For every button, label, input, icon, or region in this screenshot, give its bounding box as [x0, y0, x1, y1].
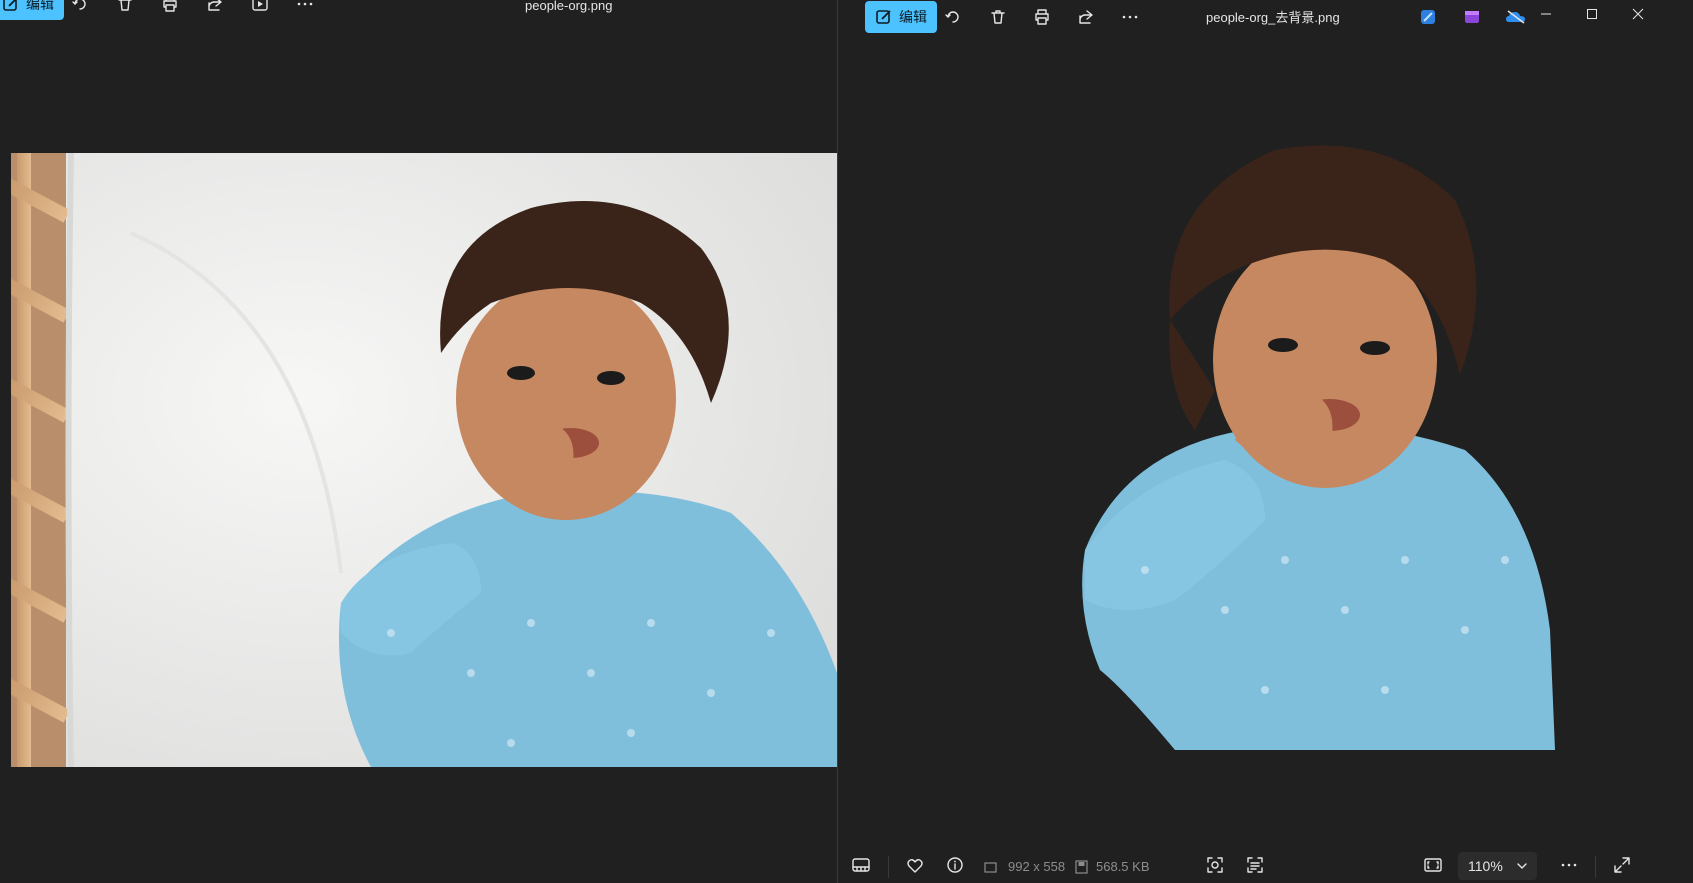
zoom-level: 110% — [1468, 858, 1503, 874]
share-icon — [1079, 10, 1093, 24]
status-bar: 992 x 558 568.5 KB 110% — [838, 850, 1693, 883]
zoom-dropdown[interactable]: 110% — [1458, 852, 1537, 880]
more-button[interactable] — [1112, 1, 1148, 33]
edit-button-label: 编辑 — [899, 9, 927, 25]
status-separator — [1595, 856, 1596, 878]
fullscreen-icon — [1614, 857, 1630, 873]
delete-button[interactable] — [980, 1, 1016, 33]
edit-button[interactable]: 编辑 — [0, 0, 64, 20]
chevron-down-icon — [1517, 863, 1527, 869]
image-dimensions: 992 x 558 — [1008, 859, 1066, 874]
more-options-button[interactable] — [1558, 854, 1580, 876]
rotate-button[interactable] — [62, 0, 98, 20]
more-button[interactable] — [287, 0, 323, 20]
edit-button[interactable]: 编辑 — [865, 1, 937, 33]
filmstrip-button[interactable] — [850, 854, 872, 876]
clipchamp-button[interactable] — [1454, 1, 1490, 33]
close-button[interactable] — [1615, 0, 1661, 28]
edit-icon — [3, 0, 17, 11]
info-icon — [947, 857, 963, 873]
share-button[interactable] — [1068, 1, 1104, 33]
print-icon — [163, 0, 177, 12]
print-icon — [1035, 9, 1049, 25]
more-icon — [1122, 15, 1138, 19]
more-icon — [1561, 863, 1577, 867]
left-toolbar: 编辑 people-org.png — [0, 0, 837, 44]
rotate-icon — [945, 11, 959, 23]
share-icon — [208, 0, 222, 11]
window-title: people-org.png — [525, 0, 613, 13]
delete-icon — [118, 0, 132, 11]
close-icon — [1632, 8, 1644, 20]
designer-icon — [1421, 10, 1435, 24]
print-button[interactable] — [1024, 1, 1060, 33]
original-photo — [11, 153, 837, 767]
maximize-icon — [1587, 9, 1597, 19]
fit-window-icon — [1424, 858, 1442, 872]
favorite-button[interactable] — [904, 854, 926, 876]
file-size: 568.5 KB — [1096, 859, 1150, 874]
status-separator — [888, 856, 889, 878]
text-scan-icon — [1247, 857, 1263, 873]
heart-icon — [907, 858, 923, 873]
visual-search-icon — [1207, 857, 1223, 873]
slideshow-button[interactable] — [242, 0, 278, 20]
left-photo-viewer: 编辑 people-org.png — [0, 0, 837, 883]
cutout-baby-image — [1082, 145, 1555, 750]
more-icon — [297, 2, 313, 6]
rotate-button[interactable] — [935, 1, 971, 33]
edit-button-label: 编辑 — [26, 0, 54, 12]
share-button[interactable] — [197, 0, 233, 20]
edit-icon — [876, 10, 891, 24]
window-title: people-org_去背景.png — [1206, 10, 1340, 25]
print-button[interactable] — [152, 0, 188, 20]
delete-button[interactable] — [107, 0, 143, 20]
baby-photo-image — [11, 153, 837, 767]
visual-search-button[interactable] — [1204, 854, 1226, 876]
filmstrip-icon — [852, 858, 870, 872]
delete-icon — [991, 10, 1005, 24]
minimize-button[interactable] — [1523, 0, 1569, 28]
text-recognition-button[interactable] — [1244, 854, 1266, 876]
designer-button[interactable] — [1410, 1, 1446, 33]
clipchamp-icon — [1465, 11, 1479, 23]
file-info-button[interactable] — [944, 854, 966, 876]
background-removed-photo — [1065, 130, 1565, 750]
fit-to-window-button[interactable] — [1422, 854, 1444, 876]
file-size-icon — [1075, 860, 1088, 874]
minimize-icon — [1541, 13, 1551, 15]
right-toolbar: 编辑 people-org_去背景.png — [838, 0, 1693, 44]
fullscreen-button[interactable] — [1611, 854, 1633, 876]
slideshow-icon — [252, 0, 268, 11]
maximize-button[interactable] — [1569, 0, 1615, 28]
rotate-icon — [72, 0, 86, 10]
dimensions-icon — [984, 862, 997, 873]
